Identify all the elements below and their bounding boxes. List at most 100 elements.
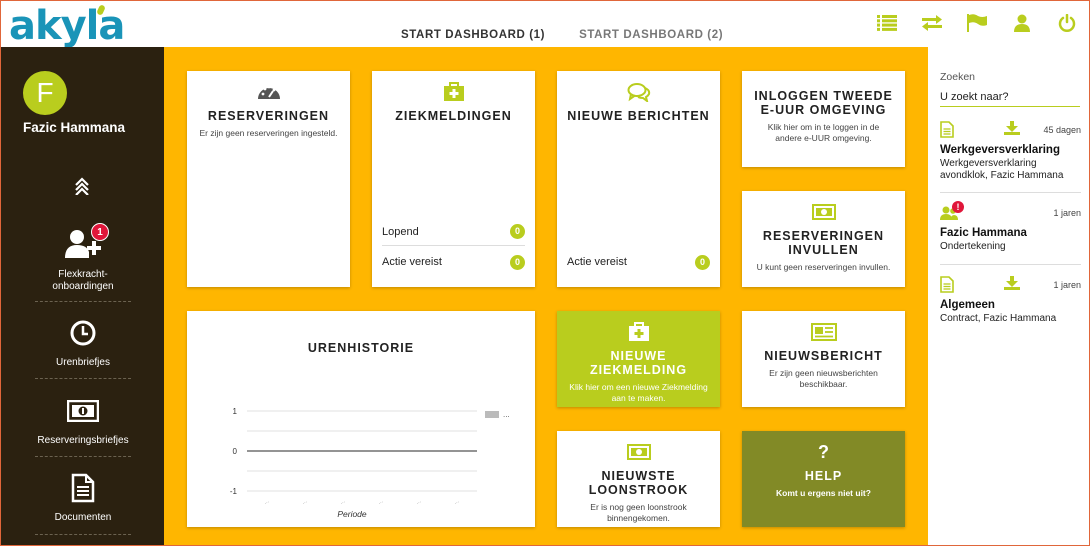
chat-bubbles-icon — [557, 81, 720, 103]
sidebar-divider — [35, 456, 131, 457]
stat-row-actie-vereist[interactable]: Actie vereist 0 — [567, 248, 710, 276]
document-item-fazic-hammana[interactable]: ! 1 jaren Fazic Hammana Ondertekening — [940, 201, 1081, 253]
tile-description: Klik hier om in te loggen in de andere e… — [767, 122, 880, 143]
medical-kit-icon — [557, 321, 720, 343]
money-icon — [557, 441, 720, 463]
tile-urenhistorie[interactable]: URENHISTORIE 1 0 -1.................. Perio… — [187, 311, 535, 527]
logo-text: akyla — [9, 3, 125, 49]
tile-inloggen-tweede-omgeving[interactable]: INLOGGEN TWEEDE E-UUR OMGEVING Klik hier… — [742, 71, 905, 167]
chart-xtick-label: ... — [339, 498, 346, 506]
question-icon: ? — [818, 441, 829, 462]
sidebar-item-label: Flexkracht- onboardingen — [52, 269, 114, 292]
newspaper-icon — [742, 321, 905, 343]
flag-icon[interactable] — [965, 11, 989, 35]
urenhistorie-chart: 1 0 -1............... ... Periode... — [230, 407, 510, 519]
document-item-algemeen[interactable]: 1 jaren Algemeen Contract, Fazic Hammana — [940, 276, 1081, 325]
document-title: Werkgeversverklaring — [940, 144, 1060, 156]
sidebar-divider — [35, 378, 131, 379]
document-age: 45 dagen — [1043, 125, 1081, 135]
speedometer-icon — [187, 81, 350, 103]
document-icon — [35, 468, 131, 508]
stat-count: 0 — [695, 254, 710, 270]
list-icon[interactable] — [875, 11, 899, 35]
document-subtitle: Werkgeversverklaring avondklok, Fazic Ha… — [940, 158, 1064, 181]
tile-title: NIEUWE BERICHTEN — [567, 109, 710, 123]
sidebar-divider — [35, 534, 131, 535]
user-icon[interactable] — [1010, 11, 1034, 35]
user-name: Fazic Hammana — [23, 120, 126, 135]
chart-legend-swatch — [485, 411, 499, 418]
tab-start-dashboard-2[interactable]: START DASHBOARD (2) — [562, 23, 740, 50]
stat-label: Actie vereist — [567, 256, 627, 268]
tile-description: Er is nog geen loonstrook binnengekomen. — [590, 502, 687, 523]
download-icon[interactable] — [1004, 121, 1020, 140]
sidebar-item-label: Urenbriefjes — [56, 357, 110, 368]
document-title: Fazic Hammana — [940, 227, 1027, 239]
akyla-logo[interactable]: akyla — [9, 3, 125, 49]
document-subtitle: Contract, Fazic Hammana — [940, 313, 1057, 324]
document-icon — [940, 276, 954, 298]
document-divider — [940, 264, 1081, 265]
stat-label: Actie vereist — [382, 256, 442, 268]
sidebar-divider — [35, 301, 131, 302]
tile-title: ZIEKMELDINGEN — [395, 109, 512, 123]
swap-icon[interactable] — [920, 11, 944, 35]
alert-badge: ! — [952, 201, 964, 213]
top-bar: akyla START DASHBOARD (1) START DASHBOAR… — [1, 1, 1089, 50]
document-icon — [940, 121, 954, 143]
stat-row-lopend[interactable]: Lopend 0 — [382, 218, 525, 246]
tile-description: Er zijn geen nieuwsberichten beschikbaar… — [769, 368, 878, 389]
tile-nieuwste-loonstrook[interactable]: NIEUWSTE LOONSTROOK Er is nog geen loons… — [557, 431, 720, 527]
document-divider — [940, 192, 1081, 193]
tile-ziekmeldingen[interactable]: ZIEKMELDINGEN Lopend 0 Actie vereist 0 — [372, 71, 535, 287]
money-icon — [742, 201, 905, 223]
tile-description: Komt u ergens niet uit? — [776, 488, 871, 498]
tile-nieuwsbericht[interactable]: NIEUWSBERICHT Er zijn geen nieuwsbericht… — [742, 311, 905, 407]
tile-description: U kunt geen reserveringen invullen. — [756, 262, 891, 272]
chart-xtick-label: ... — [377, 498, 384, 506]
chart-legend-label: ... — [503, 410, 510, 419]
tile-reserveringen[interactable]: RESERVERINGEN Er zijn geen reserveringen… — [187, 71, 350, 287]
tile-nieuwe-ziekmelding[interactable]: NIEUWE ZIEKMELDING Klik hier om een nieu… — [557, 311, 720, 407]
sidebar: F Fazic Hammana 1 Flexkracht- onboarding… — [1, 47, 164, 545]
chart-ytick-label: 0 — [233, 447, 238, 456]
tab-start-dashboard-1[interactable]: START DASHBOARD (1) — [384, 23, 563, 50]
chart-xtick-label: ... — [415, 498, 422, 506]
avatar[interactable]: F — [23, 71, 67, 115]
money-icon — [35, 391, 131, 431]
chart-ytick-label: 1 — [233, 407, 238, 416]
tile-nieuwe-berichten[interactable]: NIEUWE BERICHTEN Actie vereist 0 — [557, 71, 720, 287]
stat-count: 0 — [510, 254, 525, 270]
document-subtitle: Ondertekening — [940, 241, 1006, 252]
power-icon[interactable] — [1055, 11, 1079, 35]
sidebar-item-documenten[interactable]: Documenten — [35, 468, 131, 524]
download-icon[interactable] — [1004, 276, 1020, 295]
collapse-up-icon[interactable] — [73, 177, 91, 200]
dashboard-tabs: START DASHBOARD (1) START DASHBOARD (2) — [384, 23, 740, 50]
sidebar-item-flexkracht-onboardingen[interactable]: 1 Flexkracht- onboardingen — [35, 223, 131, 293]
tile-title: NIEUWE ZIEKMELDING — [589, 349, 688, 377]
header-icons — [875, 11, 1079, 35]
sidebar-item-label: Reserveringsbriefjes — [37, 435, 129, 446]
tile-title: RESERVERINGEN — [207, 109, 330, 123]
tile-help[interactable]: ? HELP Komt u ergens niet uit? — [742, 431, 905, 527]
tile-title: INLOGGEN TWEEDE E-UUR OMGEVING — [754, 89, 893, 117]
sidebar-item-urenbriefjes[interactable]: Urenbriefjes — [35, 313, 131, 369]
chart-xaxis-label: Periode — [337, 509, 367, 519]
dashboard-grid: RESERVERINGEN Er zijn geen reserveringen… — [164, 47, 928, 545]
sidebar-item-reserveringsbriefjes[interactable]: Reserveringsbriefjes — [35, 391, 131, 447]
tile-reserveringen-invullen[interactable]: RESERVERINGEN INVULLEN U kunt geen reser… — [742, 191, 905, 287]
tile-title: HELP — [804, 469, 843, 483]
document-age: 1 jaren — [1053, 280, 1081, 290]
sidebar-item-label: Documenten — [54, 512, 112, 523]
search-input[interactable] — [940, 87, 1080, 107]
tile-title: NIEUWSTE LOONSTROOK — [588, 469, 689, 497]
tile-description: Klik hier om een nieuwe Ziekmelding aan … — [569, 382, 708, 403]
stat-label: Lopend — [382, 225, 419, 238]
tile-title: RESERVERINGEN INVULLEN — [762, 229, 885, 257]
stat-count: 0 — [510, 224, 525, 239]
tile-description: Er zijn geen reserveringen ingesteld. — [199, 128, 338, 138]
stat-row-actie-vereist[interactable]: Actie vereist 0 — [382, 248, 525, 276]
document-item-werkgeversverklaring[interactable]: 45 dagen Werkgeversverklaring Werkgevers… — [940, 121, 1081, 182]
document-title: Algemeen — [940, 299, 995, 311]
